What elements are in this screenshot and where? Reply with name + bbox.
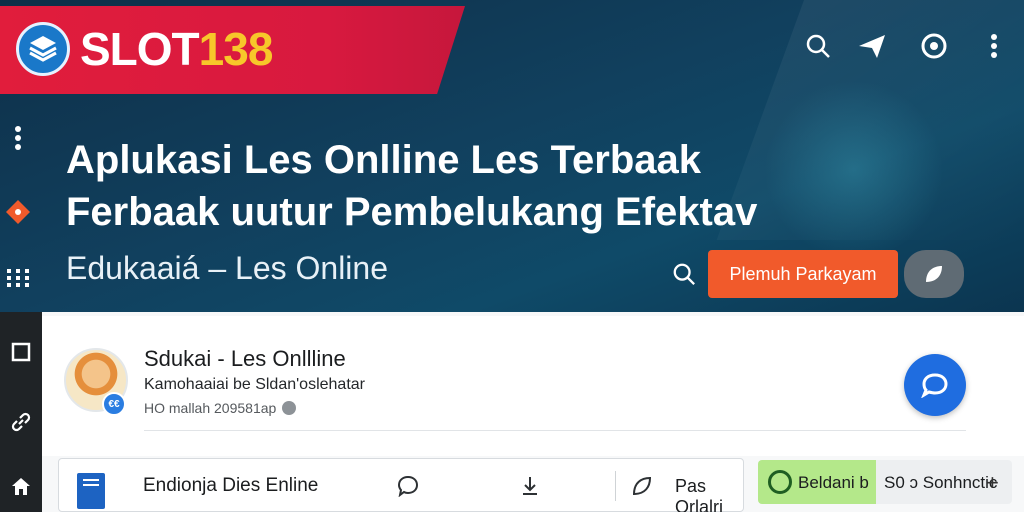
cta-button[interactable]: Plemuh Parkayam [708, 250, 898, 298]
brand-logo-text[interactable]: SLOT138 [80, 22, 274, 76]
main-content: €€ Sdukai - Les Onllline Kamohaaiai be S… [42, 312, 1024, 512]
more-vert-side-icon[interactable] [2, 122, 34, 154]
divider [615, 471, 616, 501]
comment-icon[interactable] [393, 471, 423, 501]
hero-search-icon[interactable] [668, 258, 700, 290]
hero-title: Aplukasi Les Onlline Les Terbaak Ferbaak… [66, 138, 758, 234]
pass-link[interactable]: Pas Orlalri [675, 476, 743, 512]
download-icon[interactable] [515, 471, 545, 501]
bottom-action-bar: Endionja Dies Enline Pas Orlalri [58, 458, 744, 512]
logo-number: 138 [198, 23, 274, 75]
grey-chip[interactable]: S0 ɔ Sonhnctic + [876, 460, 1012, 504]
home-icon[interactable] [5, 470, 37, 502]
hero-subtitle: Edukaaiá – Les Online [66, 250, 388, 286]
divider [144, 430, 966, 431]
status-icon [768, 470, 792, 494]
post-author-name[interactable]: Sdukai - Les Onllline [144, 346, 346, 372]
link-icon[interactable] [5, 406, 37, 438]
logo-icon[interactable] [16, 22, 70, 76]
plus-icon[interactable]: + [986, 470, 999, 496]
grey-chip-label: S0 ɔ Sonhnctic [884, 473, 998, 492]
green-chip-label: Beldani b [798, 473, 869, 492]
post-meta-line: Kamohaaiai be Sldan'oslehatar [144, 376, 365, 393]
apps-grid-icon[interactable] [2, 262, 34, 294]
globe-icon [282, 401, 297, 415]
avatar-badge: €€ [102, 392, 126, 416]
document-icon [77, 473, 105, 509]
search-icon[interactable] [802, 30, 834, 62]
left-rail [0, 312, 42, 512]
chat-bubble-icon [921, 373, 948, 398]
more-vert-icon[interactable] [978, 30, 1010, 62]
bottom-bar-title[interactable]: Endionja Dies Enline [143, 475, 318, 497]
hero-header: SLOT138 Aplukasi Les Onlline Les Terbaak… [0, 0, 1024, 312]
green-chip[interactable]: Beldani b [758, 460, 876, 504]
post-meta-time: HO mallah 209581ap [144, 400, 277, 416]
stack-logo-icon [29, 36, 57, 62]
logo-word: SLOT [80, 23, 200, 75]
leaf-icon [926, 266, 942, 282]
post-meta-time-row: HO mallah 209581ap [144, 400, 297, 416]
chat-fab-button[interactable] [904, 354, 966, 416]
send-icon[interactable] [856, 30, 888, 62]
post-card: €€ Sdukai - Les Onllline Kamohaaiai be S… [42, 316, 1024, 456]
settings-icon[interactable] [918, 30, 950, 62]
square-icon[interactable] [5, 336, 37, 368]
leaf-outline-icon[interactable] [627, 471, 657, 501]
chat-toggle-button[interactable] [904, 250, 964, 298]
tag-icon[interactable] [2, 196, 34, 228]
